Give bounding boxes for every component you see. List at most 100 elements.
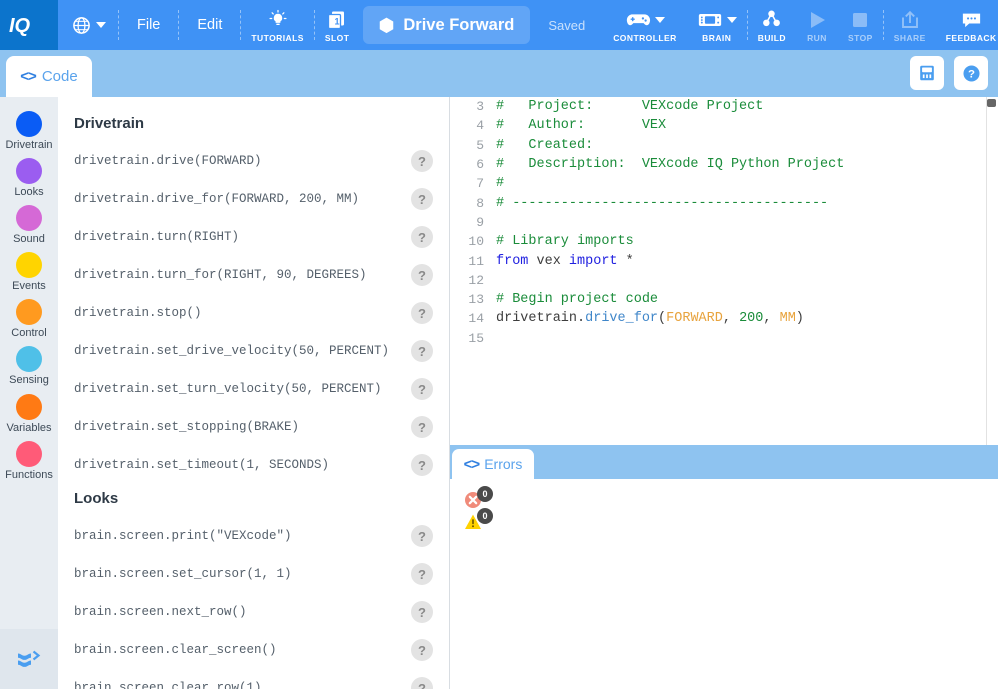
main-area: Drivetrain Looks Sound Events Control Se… <box>0 97 998 689</box>
device-monitor-button[interactable] <box>910 56 944 90</box>
sidebar-item-label: Control <box>11 327 47 340</box>
command-item[interactable]: drivetrain.set_timeout(1, SECONDS) ? <box>58 446 449 484</box>
sidebar-item-label: Sound <box>13 233 45 246</box>
editor-scrollbar-thumb[interactable] <box>987 99 996 107</box>
code-token: MM <box>779 311 796 327</box>
run-button[interactable]: RUN <box>796 0 838 50</box>
code-editor[interactable]: 3 # Project: VEXcode Project 4 # Author: VE… <box>450 97 998 445</box>
sidebar-item-control[interactable]: Control <box>11 299 47 340</box>
editor-gutter-line <box>986 97 987 445</box>
code-line[interactable]: 9 <box>450 213 998 232</box>
code-line[interactable]: 7 # <box>450 174 998 193</box>
command-item[interactable]: drivetrain.stop() ? <box>58 294 449 332</box>
line-number: 8 <box>476 195 484 211</box>
command-item[interactable]: drivetrain.drive(FORWARD) ? <box>58 142 449 180</box>
angle-brackets-icon: <> <box>463 455 481 473</box>
file-menu[interactable]: File <box>119 0 178 50</box>
sidebar-item-looks[interactable]: Looks <box>14 158 44 198</box>
stop-button[interactable]: STOP <box>838 0 883 50</box>
tutorials-button[interactable]: TUTORIALS <box>241 0 314 50</box>
tab-errors[interactable]: <> Errors <box>452 449 534 479</box>
sidebar-item-drivetrain[interactable]: Drivetrain <box>5 111 53 151</box>
controller-button[interactable]: CONTROLLER <box>603 0 687 50</box>
sidebar-item-sound[interactable]: Sound <box>13 205 45 245</box>
events-color-dot <box>15 252 42 279</box>
command-help-icon[interactable]: ? <box>411 188 433 210</box>
code-line[interactable]: 10 # Library imports <box>450 232 998 251</box>
command-text: drivetrain.set_turn_velocity(50, PERCENT… <box>74 382 382 396</box>
line-number: 5 <box>476 137 484 153</box>
code-line[interactable]: 14 drivetrain.drive_for(FORWARD, 200, MM) <box>450 309 998 328</box>
command-help-icon[interactable]: ? <box>411 454 433 476</box>
tab-code[interactable]: <> Code <box>6 56 92 97</box>
code-token: # --------------------------------------… <box>496 195 829 211</box>
code-line[interactable]: 13 # Begin project code <box>450 290 998 309</box>
command-help-icon[interactable]: ? <box>411 563 433 585</box>
command-help-icon[interactable]: ? <box>411 378 433 400</box>
tutorials-label: TUTORIALS <box>251 32 304 43</box>
vex-iq-logo[interactable]: IQ <box>0 0 58 50</box>
command-help-icon[interactable]: ? <box>411 150 433 172</box>
play-icon <box>806 8 828 32</box>
code-line[interactable]: 15 <box>450 329 998 348</box>
edit-menu[interactable]: Edit <box>179 0 240 50</box>
chevron-down-icon <box>654 16 665 23</box>
command-item[interactable]: brain.screen.clear_screen() ? <box>58 631 449 669</box>
command-help-icon[interactable]: ? <box>411 302 433 324</box>
command-item[interactable]: drivetrain.set_stopping(BRAKE) ? <box>58 408 449 446</box>
sidebar-item-events[interactable]: Events <box>12 252 46 292</box>
tab-errors-label: Errors <box>484 456 523 472</box>
command-item[interactable]: brain.screen.clear_row(1) ? <box>58 669 449 689</box>
collapse-panel-button[interactable] <box>0 629 58 689</box>
command-help-icon[interactable]: ? <box>411 601 433 623</box>
code-text: # Begin project code <box>496 292 658 307</box>
line-number: 9 <box>476 214 484 230</box>
command-item[interactable]: drivetrain.set_turn_velocity(50, PERCENT… <box>58 370 449 408</box>
command-help-icon[interactable]: ? <box>411 416 433 438</box>
command-help-icon[interactable]: ? <box>411 226 433 248</box>
sensing-color-dot <box>15 346 42 373</box>
feedback-button[interactable]: FEEDBACK <box>936 0 998 50</box>
share-button[interactable]: SHARE <box>884 0 936 50</box>
command-text: brain.screen.print("VEXcode") <box>74 529 292 543</box>
command-help-icon[interactable]: ? <box>411 264 433 286</box>
sidebar-item-variables[interactable]: Variables <box>6 393 52 434</box>
command-palette[interactable]: Drivetrain drivetrain.drive(FORWARD) ? d… <box>58 97 450 689</box>
command-text: drivetrain.drive(FORWARD) <box>74 154 262 168</box>
command-item[interactable]: drivetrain.set_drive_velocity(50, PERCEN… <box>58 332 449 370</box>
project-name-chip[interactable]: Drive Forward <box>363 6 531 44</box>
command-text: drivetrain.stop() <box>74 306 202 320</box>
error-count-badge: 0 <box>477 486 493 502</box>
code-line[interactable]: 12 <box>450 271 998 290</box>
code-line[interactable]: 6 # Description: VEXcode IQ Python Projec… <box>450 155 998 174</box>
code-token: # Project: VEXcode Project <box>496 99 764 115</box>
slot-selector[interactable]: 1 SLOT <box>315 0 359 50</box>
errors-tabrow: <> Errors <box>450 445 998 479</box>
code-line[interactable]: 3 # Project: VEXcode Project <box>450 97 998 116</box>
command-item[interactable]: drivetrain.turn_for(RIGHT, 90, DEGREES) … <box>58 256 449 294</box>
code-line[interactable]: 11 from vex import * <box>450 251 998 270</box>
command-item[interactable]: drivetrain.drive_for(FORWARD, 200, MM) ? <box>58 180 449 218</box>
brain-button[interactable]: BRAIN <box>687 0 747 50</box>
looks-color-dot <box>15 158 42 185</box>
language-selector[interactable] <box>58 0 118 50</box>
command-item[interactable]: brain.screen.next_row() ? <box>58 593 449 631</box>
sidebar-item-sensing[interactable]: Sensing <box>9 346 49 386</box>
code-text: # Description: VEXcode IQ Python Project <box>496 157 844 172</box>
command-help-icon[interactable]: ? <box>411 340 433 362</box>
line-number: 13 <box>468 292 484 308</box>
command-help-icon[interactable]: ? <box>411 639 433 661</box>
help-button[interactable]: ? <box>954 56 988 90</box>
question-circle-icon: ? <box>962 64 980 82</box>
command-item[interactable]: drivetrain.turn(RIGHT) ? <box>58 218 449 256</box>
sidebar-item-functions[interactable]: Functions <box>5 440 53 481</box>
build-button[interactable]: BUILD <box>748 0 796 50</box>
command-item[interactable]: brain.screen.set_cursor(1, 1) ? <box>58 555 449 593</box>
code-line[interactable]: 4 # Author: VEX <box>450 116 998 135</box>
code-line[interactable]: 8 # -------------------------------------… <box>450 193 998 212</box>
command-help-icon[interactable]: ? <box>411 677 433 689</box>
lightbulb-icon <box>267 8 289 32</box>
command-item[interactable]: brain.screen.print("VEXcode") ? <box>58 517 449 555</box>
code-line[interactable]: 5 # Created: <box>450 136 998 155</box>
command-help-icon[interactable]: ? <box>411 525 433 547</box>
